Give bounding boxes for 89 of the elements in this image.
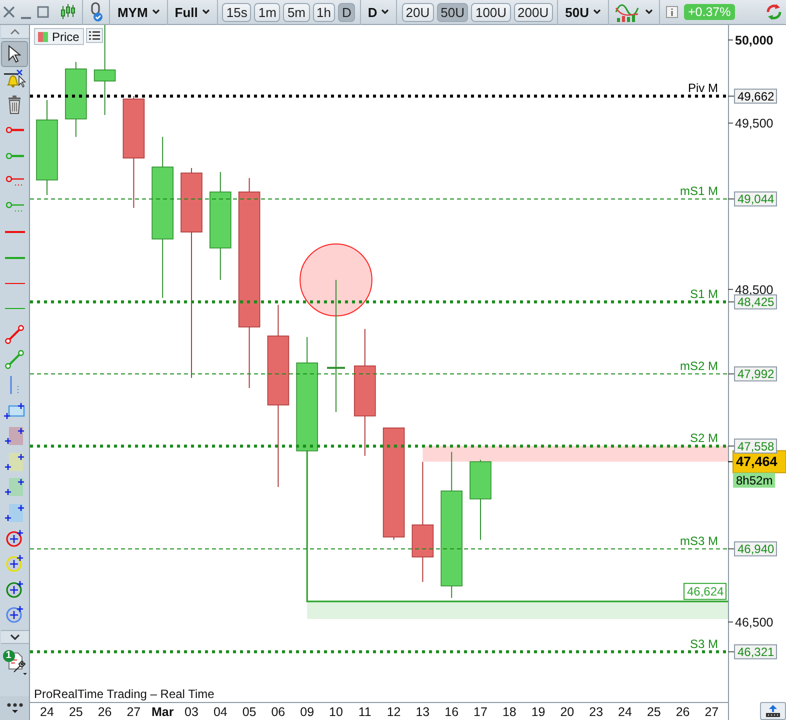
- date-label: 10: [329, 705, 343, 719]
- minimize-icon: [21, 17, 31, 19]
- chart-style-dropdown[interactable]: Full: [170, 1, 214, 23]
- date-label: 03: [184, 705, 198, 719]
- price-tick-label: 49,500: [735, 116, 774, 131]
- timeframe-button[interactable]: 5m: [283, 2, 310, 22]
- date-label: 17: [474, 705, 488, 719]
- units-button[interactable]: 200U: [514, 2, 553, 22]
- date-label: 06: [271, 705, 286, 719]
- level-price-label: 47,558: [734, 438, 777, 454]
- timeframe-button[interactable]: 1h: [312, 2, 335, 22]
- level-price-label: 49,662: [734, 88, 777, 104]
- pivot-label: mS3 M: [680, 534, 718, 548]
- date-label: 26: [676, 705, 690, 719]
- date-label: 24: [40, 705, 54, 719]
- pivot-label: S2 M: [690, 431, 718, 446]
- date-label: 23: [589, 705, 604, 719]
- timeframe-button[interactable]: 1m: [254, 2, 280, 22]
- level-price-label: 47,992: [734, 366, 777, 382]
- caret-up-icon: [10, 28, 20, 34]
- date-label: Mar: [151, 705, 174, 719]
- units-button[interactable]: 50U: [436, 2, 468, 22]
- pivot-label: S1 M: [690, 286, 718, 301]
- indicator-chart-icon: [614, 2, 639, 22]
- date-label: 27: [704, 705, 719, 719]
- date-label: 18: [502, 705, 516, 719]
- timeframe-button[interactable]: 15s: [222, 2, 252, 22]
- list-icon: [89, 31, 100, 40]
- bell-icon: [4, 69, 26, 90]
- caret-icon: [644, 9, 653, 15]
- level-price-label: 48,425: [734, 294, 777, 310]
- candlestick-icon: [60, 3, 76, 21]
- date-label: 16: [444, 705, 459, 719]
- date-label: 25: [68, 705, 83, 719]
- arrow-up-icon: [765, 705, 781, 717]
- date-label: 19: [531, 705, 546, 719]
- level-price-label: 46,940: [734, 541, 777, 556]
- pointer-icon: [8, 44, 21, 63]
- units-button[interactable]: 20U: [402, 2, 434, 22]
- drawing-tool-button[interactable]: [1, 41, 28, 66]
- countdown-tag: 8h52m: [733, 472, 775, 488]
- count-badge: 1: [2, 650, 14, 662]
- more-button[interactable]: [0, 696, 29, 720]
- date-label: 13: [416, 705, 430, 719]
- date-label: 11: [358, 705, 372, 719]
- units-button[interactable]: 100U: [471, 2, 511, 22]
- close-icon: [3, 6, 15, 18]
- color-swatch-icon: [38, 32, 48, 42]
- refresh-icon: [765, 3, 783, 21]
- date-label: 05: [242, 705, 256, 719]
- scroll-down-button[interactable]: [0, 630, 28, 644]
- more-icon: [6, 702, 24, 714]
- caret-icon: [202, 9, 210, 15]
- period-dropdown[interactable]: D: [364, 1, 394, 23]
- pivot-label: S3 M: [690, 636, 718, 651]
- pivot-label: Piv M: [688, 81, 718, 96]
- caret-down-icon: [10, 634, 20, 640]
- trash-icon: [8, 95, 21, 114]
- chart-footer: ProRealTime Trading – Real Time: [34, 687, 214, 701]
- support-price-label: 46,624: [684, 582, 726, 600]
- timeframe-button[interactable]: D: [338, 2, 356, 22]
- caret-icon: [592, 9, 601, 15]
- level-price-label: 46,321: [734, 644, 777, 660]
- tool-settings-button[interactable]: 1: [2, 648, 28, 678]
- maximize-icon: [37, 6, 49, 18]
- units-dropdown[interactable]: 50U: [561, 1, 605, 23]
- date-label: 04: [213, 705, 228, 719]
- level-price-label: 49,044: [734, 191, 777, 206]
- date-label: 24: [618, 705, 632, 719]
- scroll-to-latest-button[interactable]: [760, 702, 786, 720]
- caret-icon: [152, 9, 160, 15]
- caret-icon: [381, 9, 390, 15]
- price-legend[interactable]: Price: [34, 28, 84, 45]
- legend-list-button[interactable]: [86, 28, 104, 43]
- date-label: 25: [646, 705, 661, 719]
- pivot-label: mS2 M: [680, 358, 718, 373]
- date-label: 12: [386, 705, 401, 719]
- link-icon: [89, 2, 104, 22]
- date-label: 09: [300, 705, 314, 719]
- date-label: 27: [126, 705, 141, 719]
- date-label: 20: [560, 705, 574, 719]
- price-tick-label: 50,000: [735, 33, 774, 48]
- price-tick-label: 48,500: [735, 282, 774, 297]
- pivot-label: mS1 M: [680, 184, 718, 198]
- price-tick-label: 46,500: [735, 616, 774, 630]
- date-label: 26: [98, 705, 112, 719]
- price-change-badge: +0.37%: [684, 4, 735, 20]
- symbol-dropdown[interactable]: MYM: [113, 1, 164, 23]
- info-icon: [666, 6, 678, 18]
